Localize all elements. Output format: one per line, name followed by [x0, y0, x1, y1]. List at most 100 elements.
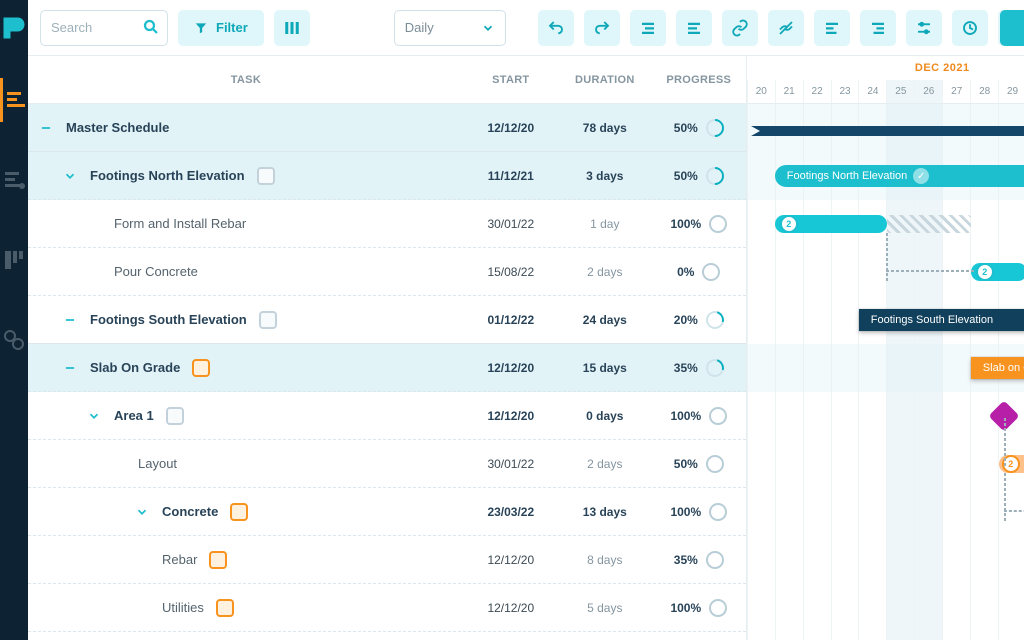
- collapse-icon[interactable]: [62, 360, 78, 376]
- task-marker[interactable]: [192, 359, 210, 377]
- progress-ring-icon: [703, 307, 728, 332]
- col-duration: DURATION: [558, 74, 652, 86]
- task-row[interactable]: Slab On Grade12/12/2015 days35%: [28, 344, 746, 392]
- gantt-bar[interactable]: Footings South Elevation: [859, 309, 1024, 331]
- duration-cell: 15 days: [558, 361, 652, 375]
- settings-icon-button[interactable]: [906, 10, 942, 46]
- start-cell: 12/12/20: [464, 553, 558, 567]
- gantt-row[interactable]: 3: [747, 488, 1024, 536]
- progress-cell: 100%: [652, 503, 746, 521]
- task-marker[interactable]: [209, 551, 227, 569]
- duration-cell: 2 days: [558, 457, 652, 471]
- task-marker[interactable]: [166, 407, 184, 425]
- progress-ring-icon: [702, 115, 727, 140]
- progress-cell: 50%: [652, 167, 746, 185]
- task-row[interactable]: Footings South Elevation01/12/2224 days2…: [28, 296, 746, 344]
- task-row[interactable]: Concrete23/03/2213 days100%: [28, 488, 746, 536]
- redo-button[interactable]: [584, 10, 620, 46]
- zoom-select[interactable]: Daily: [394, 10, 506, 46]
- day-cell[interactable]: 26: [914, 80, 942, 104]
- day-cell[interactable]: 21: [775, 80, 803, 104]
- expand-panel-button[interactable]: [1000, 10, 1024, 46]
- indent-button[interactable]: [630, 10, 666, 46]
- collapse-icon[interactable]: [62, 312, 78, 328]
- day-cell[interactable]: 23: [831, 80, 859, 104]
- col-start: START: [464, 74, 558, 86]
- gantt-row[interactable]: 1: [747, 536, 1024, 584]
- filter-button[interactable]: Filter: [178, 10, 264, 46]
- task-row[interactable]: Rebar12/12/208 days35%: [28, 536, 746, 584]
- dependency-line: [1004, 473, 1006, 521]
- gantt-row[interactable]: Slab on Grade: [747, 344, 1024, 392]
- col-progress: PROGRESS: [652, 74, 746, 86]
- gantt-bar[interactable]: Footings North Elevation ✓: [775, 165, 1024, 187]
- task-name: Utilities: [162, 600, 204, 615]
- day-cell[interactable]: 29: [998, 80, 1024, 104]
- task-name: Master Schedule: [66, 120, 169, 135]
- gantt-row[interactable]: 2: [747, 440, 1024, 488]
- expand-icon[interactable]: [86, 408, 102, 424]
- day-cell[interactable]: 20: [747, 80, 775, 104]
- check-icon: ✓: [913, 168, 929, 184]
- summary-bar[interactable]: [769, 126, 1024, 136]
- bar-label: Footings South Elevation: [859, 314, 993, 326]
- task-row[interactable]: Footings North Elevation11/12/213 days50…: [28, 152, 746, 200]
- link-button[interactable]: [722, 10, 758, 46]
- gantt-row[interactable]: Footings North Elevation ✓: [747, 152, 1024, 200]
- task-row[interactable]: Master Schedule12/12/2078 days50%: [28, 104, 746, 152]
- task-marker[interactable]: [230, 503, 248, 521]
- filter-icon: [194, 21, 208, 35]
- search-icon: [142, 18, 160, 36]
- search-box[interactable]: [40, 10, 168, 46]
- nav-gantt[interactable]: [0, 78, 28, 122]
- task-row[interactable]: Form and Install Rebar30/01/221 day100%: [28, 200, 746, 248]
- collapse-icon[interactable]: [38, 120, 54, 136]
- task-marker[interactable]: [257, 167, 275, 185]
- progress-cell: 100%: [652, 599, 746, 617]
- dependency-line: [886, 270, 974, 272]
- day-cell[interactable]: 27: [942, 80, 970, 104]
- task-row[interactable]: Area 112/12/200 days100%: [28, 392, 746, 440]
- align-right-button[interactable]: [860, 10, 896, 46]
- unlink-button[interactable]: [768, 10, 804, 46]
- day-cell[interactable]: 22: [803, 80, 831, 104]
- dependency-line: [1004, 418, 1006, 466]
- progress-ring-icon: [706, 551, 724, 569]
- gantt-bar[interactable]: Slab on Grade: [971, 357, 1024, 379]
- day-cell[interactable]: 24: [858, 80, 886, 104]
- expand-icon[interactable]: [62, 168, 78, 184]
- task-name: Pour Concrete: [114, 264, 198, 279]
- gantt-row[interactable]: [747, 584, 1024, 632]
- columns-button[interactable]: [274, 10, 310, 46]
- progress-ring-icon: [709, 503, 727, 521]
- gantt-row[interactable]: [747, 104, 1024, 152]
- task-row[interactable]: Utilities12/12/205 days100%: [28, 584, 746, 632]
- gantt-chart[interactable]: DEC 2021 2021222324252627282930310102 Fo…: [746, 56, 1024, 640]
- nav-settings[interactable]: [0, 318, 28, 362]
- progress-ring-icon: [706, 455, 724, 473]
- start-cell: 12/12/20: [464, 601, 558, 615]
- nav-schedule[interactable]: [0, 158, 28, 202]
- day-cell[interactable]: 28: [970, 80, 998, 104]
- task-row[interactable]: Pour Concrete15/08/222 days0%: [28, 248, 746, 296]
- start-cell: 30/01/22: [464, 457, 558, 471]
- nav-templates[interactable]: [0, 238, 28, 282]
- gantt-row[interactable]: Footings South Elevation: [747, 296, 1024, 344]
- task-marker[interactable]: [259, 311, 277, 329]
- gantt-row[interactable]: [747, 392, 1024, 440]
- task-marker[interactable]: [216, 599, 234, 617]
- undo-button[interactable]: [538, 10, 574, 46]
- duration-cell: 2 days: [558, 265, 652, 279]
- progress-cell: 100%: [652, 407, 746, 425]
- outdent-button[interactable]: [676, 10, 712, 46]
- progress-cell: 50%: [652, 119, 746, 137]
- task-name: Concrete: [162, 504, 218, 519]
- bar-label: Footings North Elevation: [775, 170, 907, 182]
- duration-cell: 0 days: [558, 409, 652, 423]
- expand-icon[interactable]: [134, 504, 150, 520]
- task-name: Slab On Grade: [90, 360, 180, 375]
- clock-button[interactable]: [952, 10, 988, 46]
- align-left-button[interactable]: [814, 10, 850, 46]
- day-cell[interactable]: 25: [886, 80, 914, 104]
- task-row[interactable]: Layout30/01/222 days50%: [28, 440, 746, 488]
